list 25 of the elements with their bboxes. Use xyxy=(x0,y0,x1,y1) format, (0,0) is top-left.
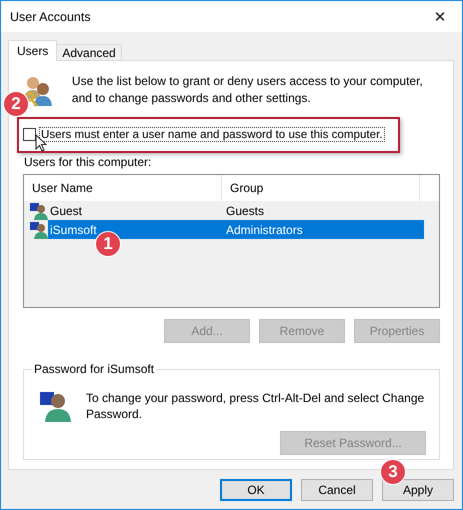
user-name: iSumsoft xyxy=(49,222,98,236)
user-icon xyxy=(30,202,48,220)
tab[interactable]: Users xyxy=(8,40,58,61)
list-label: Users for this computer: xyxy=(24,155,152,169)
dialog-button[interactable]: Cancel xyxy=(301,479,373,501)
step-marker: 2 xyxy=(3,91,29,117)
user-icon xyxy=(39,390,71,422)
dialog-button[interactable]: Apply xyxy=(382,479,454,501)
user-icon xyxy=(30,220,48,238)
list-row[interactable]: Guest Guests xyxy=(48,201,424,220)
tab[interactable]: Advanced xyxy=(56,44,122,61)
close-button[interactable]: ✕ xyxy=(418,1,462,32)
intro-text: Use the list below to grant or deny users access to your computer, and to change passwords and other settings. xyxy=(72,73,424,107)
users-icon xyxy=(23,75,53,107)
user-group: Administrators xyxy=(226,222,303,236)
password-hint: To change your password, press Ctrl-Alt-Del and select Change Password. xyxy=(86,390,426,422)
checkbox-label[interactable]: Users must enter a user name and password to use this computer. xyxy=(39,126,385,142)
column-header[interactable]: User Name xyxy=(24,175,222,201)
checkbox[interactable] xyxy=(23,128,36,140)
group-title: Password for iSumsoft xyxy=(32,362,156,376)
dialog-button[interactable]: OK xyxy=(220,479,292,501)
column-header[interactable]: Group xyxy=(222,175,420,201)
window-title: User Accounts xyxy=(10,10,91,24)
user-name: Guest xyxy=(49,204,84,218)
user-group: Guests xyxy=(226,204,264,218)
